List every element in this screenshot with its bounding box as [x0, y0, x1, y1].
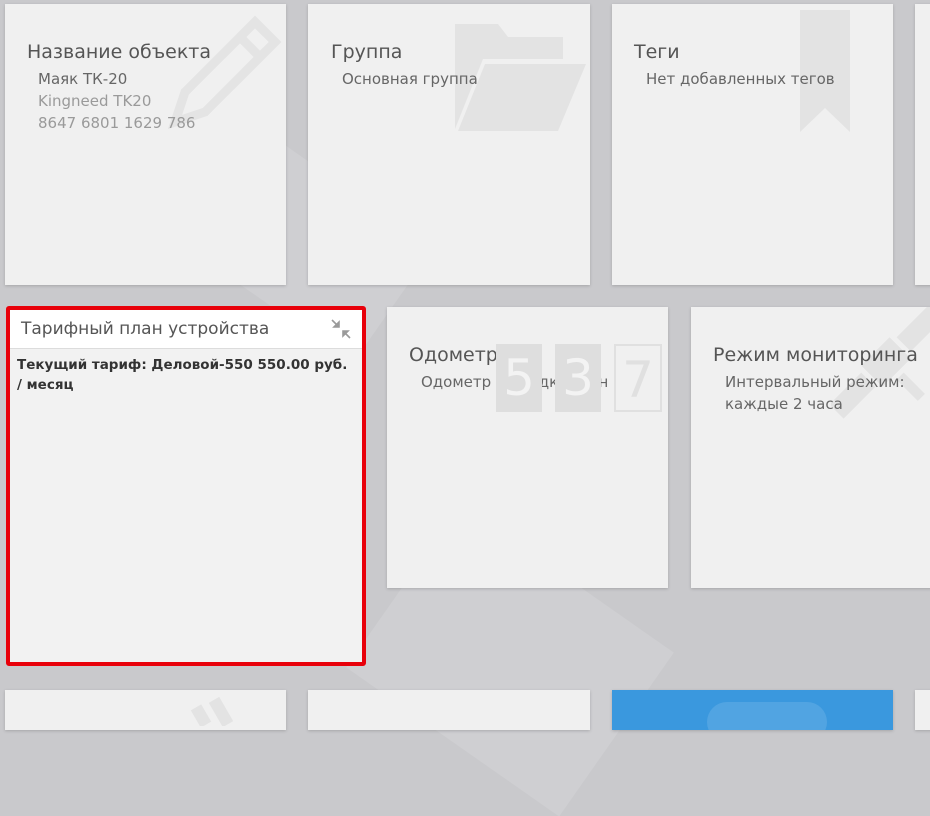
bottom-tile[interactable] — [5, 690, 286, 730]
collapse-icon[interactable] — [330, 318, 352, 340]
monitoring-mode-tile[interactable]: Режим мониторинга Интервальный режим: ка… — [691, 307, 930, 588]
monitoring-mode-line2: каждые 2 часа — [725, 395, 843, 413]
bottom-tile[interactable] — [915, 690, 930, 730]
tariff-plan-tile[interactable]: Тарифный план устройства Текущий тариф: … — [6, 306, 366, 666]
object-name-value: Маяк ТК-20 — [38, 70, 128, 88]
tile-title: Название объекта — [27, 41, 212, 63]
tariff-plan-header: Тарифный план устройства — [10, 310, 362, 349]
accent-tile-shape — [707, 702, 827, 730]
device-model: Kingneed TK20 — [38, 92, 152, 110]
tags-value: Нет добавленных тегов — [646, 70, 835, 88]
odometer-digit: 7 — [614, 344, 662, 412]
odometer-digit: 3 — [555, 344, 601, 412]
bottom-tile[interactable] — [308, 690, 590, 730]
tile-title: Теги — [634, 41, 680, 63]
tile-title: Группа — [331, 41, 403, 63]
bottom-accent-tile[interactable] — [612, 690, 893, 730]
tariff-plan-text: Текущий тариф: Деловой-550 550.00 руб. /… — [17, 357, 348, 393]
tariff-plan-title: Тарифный план устройства — [21, 319, 270, 339]
tile-title: Одометр — [409, 344, 498, 366]
device-imei: 8647 6801 1629 786 — [38, 114, 196, 132]
satellite-icon — [831, 307, 930, 419]
tags-tile[interactable]: Теги Нет добавленных тегов — [612, 4, 893, 285]
monitoring-mode-line1: Интервальный режим: — [725, 373, 905, 391]
tile-title: Режим мониторинга — [713, 344, 918, 366]
object-name-tile[interactable]: Название объекта Маяк ТК-20 Kingneed TK2… — [5, 4, 286, 285]
group-tile[interactable]: Группа Основная группа — [308, 4, 590, 285]
satellite-icon — [190, 696, 234, 726]
odometer-digit: 5 — [496, 344, 542, 412]
group-value: Основная группа — [342, 70, 478, 88]
next-tile[interactable] — [915, 4, 930, 285]
